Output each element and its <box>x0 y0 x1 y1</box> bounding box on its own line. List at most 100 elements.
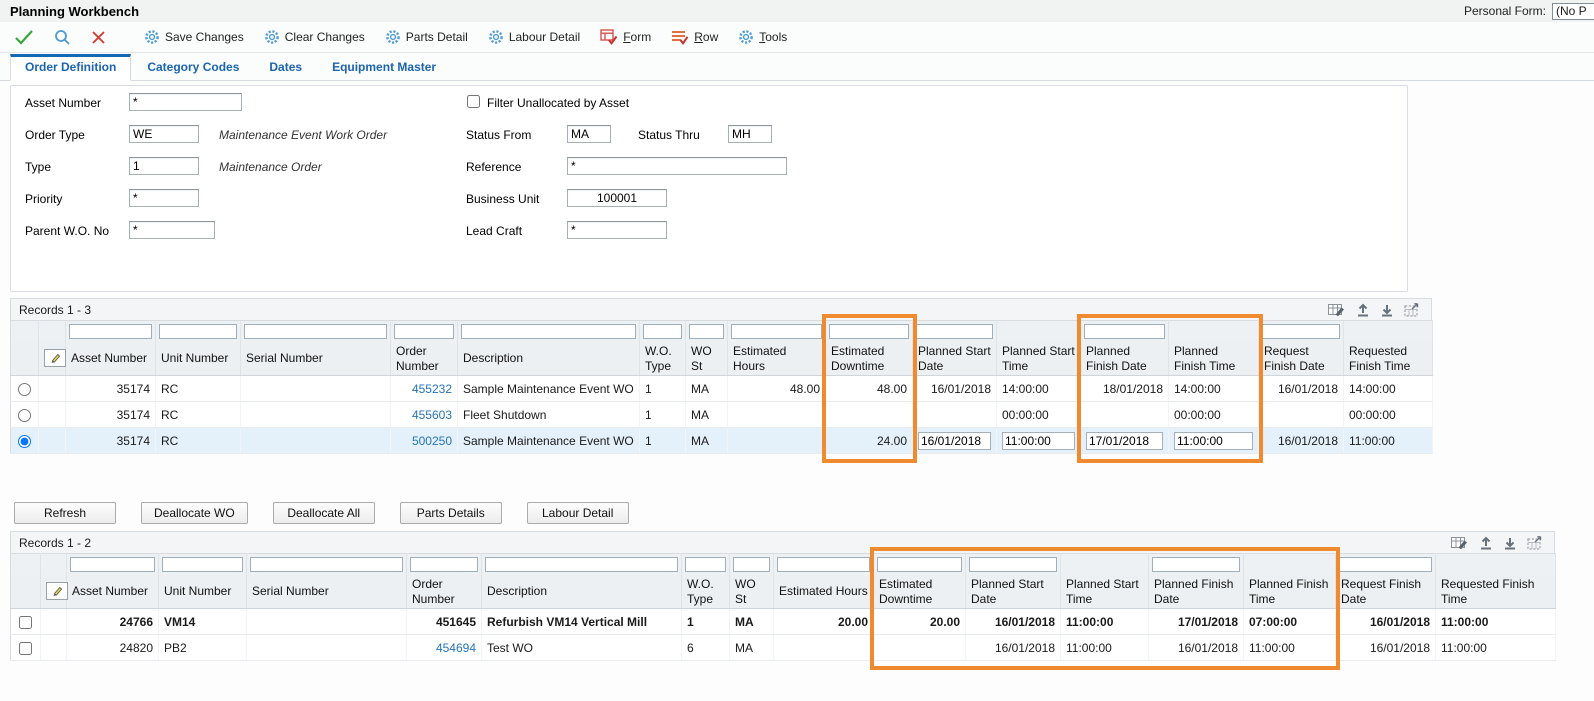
filter-unit-number-input[interactable] <box>162 557 243 572</box>
col-unit-number[interactable]: Unit Number <box>156 342 241 376</box>
col-asset-number[interactable]: Asset Number <box>66 342 156 376</box>
filter-unit-number-input[interactable] <box>159 324 237 339</box>
col-wo-type[interactable]: W.O. Type <box>640 342 686 376</box>
planned-finish-date-input[interactable] <box>1086 432 1163 450</box>
customize-grid-icon[interactable] <box>1328 303 1346 317</box>
tab-equipment-master[interactable]: Equipment Master <box>318 55 450 80</box>
tab-category-codes[interactable]: Category Codes <box>133 55 253 80</box>
col-unit-number[interactable]: Unit Number <box>159 575 247 609</box>
col-serial-number[interactable]: Serial Number <box>247 575 407 609</box>
filter-order-number-input[interactable] <box>410 557 478 572</box>
status-from-field[interactable] <box>567 125 611 143</box>
reference-field[interactable] <box>567 157 787 175</box>
filter-estimated-hours-input[interactable] <box>777 557 870 572</box>
order-number-link[interactable]: 454694 <box>436 641 476 655</box>
filter-wo-st-input[interactable] <box>733 557 770 572</box>
filter-order-number-input[interactable] <box>394 324 454 339</box>
planned-start-date-input[interactable] <box>918 432 991 450</box>
col-planned-finish-time[interactable]: Planned Finish Time <box>1169 342 1259 376</box>
filter-planned-start-date-input[interactable] <box>969 557 1057 572</box>
filter-asset-number-input[interactable] <box>69 324 152 339</box>
col-estimated-hours[interactable]: Estimated Hours <box>728 342 826 376</box>
labour-detail-button[interactable]: Labour Detail <box>527 502 629 524</box>
col-planned-start-time[interactable]: Planned Start Time <box>1061 575 1149 609</box>
deallocate-all-button[interactable]: Deallocate All <box>273 502 375 524</box>
row-select-checkbox[interactable] <box>19 642 32 655</box>
filter-planned-finish-date-input[interactable] <box>1084 324 1165 339</box>
find-button[interactable] <box>46 27 79 48</box>
filter-planned-start-date-input[interactable] <box>916 324 993 339</box>
export-up-icon[interactable] <box>1479 536 1493 550</box>
popout-grid-icon[interactable] <box>1404 303 1421 317</box>
parts-details-button[interactable]: Parts Details <box>400 502 502 524</box>
filter-request-finish-date-input[interactable] <box>1339 557 1432 572</box>
filter-unallocated-checkbox[interactable] <box>467 95 480 108</box>
lead-craft-field[interactable] <box>567 221 667 239</box>
col-description[interactable]: Description <box>482 575 682 609</box>
col-request-finish-date[interactable]: Request Finish Date <box>1336 575 1436 609</box>
planned-start-time-input[interactable] <box>1002 432 1075 450</box>
col-planned-finish-time[interactable]: Planned Finish Time <box>1244 575 1336 609</box>
col-planned-start-date[interactable]: Planned Start Date <box>966 575 1061 609</box>
export-up-icon[interactable] <box>1356 303 1370 317</box>
filter-description-input[interactable] <box>461 324 636 339</box>
export-down-icon[interactable] <box>1380 303 1394 317</box>
deallocate-wo-button[interactable]: Deallocate WO <box>141 502 248 524</box>
order-number-link[interactable]: 455232 <box>412 382 452 396</box>
filter-estimated-downtime-input[interactable] <box>877 557 962 572</box>
order-number-link[interactable]: 500250 <box>412 434 452 448</box>
business-unit-field[interactable] <box>567 189 667 207</box>
col-serial-number[interactable]: Serial Number <box>241 342 391 376</box>
labour-detail-button[interactable]: Labour Detail <box>480 27 588 47</box>
edit-pencil-icon[interactable] <box>46 582 68 600</box>
customize-grid-icon[interactable] <box>1451 536 1469 550</box>
filter-serial-number-input[interactable] <box>244 324 387 339</box>
col-planned-finish-date[interactable]: Planned Finish Date <box>1149 575 1244 609</box>
filter-planned-finish-date-input[interactable] <box>1152 557 1240 572</box>
col-wo-type[interactable]: W.O. Type <box>682 575 730 609</box>
col-description[interactable]: Description <box>458 342 640 376</box>
filter-wo-st-input[interactable] <box>689 324 724 339</box>
export-down-icon[interactable] <box>1503 536 1517 550</box>
col-planned-start-time[interactable]: Planned Start Time <box>997 342 1081 376</box>
order-number-link[interactable]: 455603 <box>412 408 452 422</box>
col-requested-finish-time[interactable]: Requested Finish Time <box>1344 342 1433 376</box>
col-estimated-downtime[interactable]: Estimated Downtime <box>826 342 913 376</box>
col-requested-finish-time[interactable]: Requested Finish Time <box>1436 575 1556 609</box>
col-wo-st[interactable]: WO St <box>686 342 728 376</box>
form-menu[interactable]: Form <box>592 27 659 47</box>
save-changes-button[interactable]: Save Changes <box>136 27 252 47</box>
status-thru-field[interactable] <box>728 125 772 143</box>
col-wo-st[interactable]: WO St <box>730 575 774 609</box>
parent-wo-no-field[interactable] <box>129 221 215 239</box>
refresh-button[interactable]: Refresh <box>14 502 116 524</box>
row-select-checkbox[interactable] <box>19 616 32 629</box>
col-planned-start-date[interactable]: Planned Start Date <box>913 342 997 376</box>
row-select-radio[interactable] <box>18 383 31 396</box>
col-estimated-downtime[interactable]: Estimated Downtime <box>874 575 966 609</box>
row-menu[interactable]: Row <box>663 27 726 47</box>
asset-number-field[interactable] <box>129 93 242 111</box>
filter-description-input[interactable] <box>485 557 678 572</box>
order-type-field[interactable] <box>129 125 199 143</box>
row-select-radio[interactable] <box>18 409 31 422</box>
parts-detail-button[interactable]: Parts Detail <box>377 27 476 47</box>
col-request-finish-date[interactable]: Request Finish Date <box>1259 342 1344 376</box>
priority-field[interactable] <box>129 189 199 207</box>
tab-order-definition[interactable]: Order Definition <box>10 54 131 81</box>
filter-wo-type-input[interactable] <box>643 324 682 339</box>
row-select-radio[interactable] <box>18 435 31 448</box>
ok-button[interactable] <box>6 27 42 47</box>
close-button[interactable] <box>83 28 114 47</box>
col-order-number[interactable]: Order Number <box>391 342 458 376</box>
planned-finish-time-input[interactable] <box>1174 432 1253 450</box>
filter-serial-number-input[interactable] <box>250 557 403 572</box>
filter-wo-type-input[interactable] <box>685 557 726 572</box>
clear-changes-button[interactable]: Clear Changes <box>256 27 373 47</box>
filter-request-finish-date-input[interactable] <box>1262 324 1340 339</box>
col-asset-number[interactable]: Asset Number <box>67 575 159 609</box>
popout-grid-icon[interactable] <box>1527 536 1544 550</box>
col-order-number[interactable]: Order Number <box>407 575 482 609</box>
edit-pencil-icon[interactable] <box>44 349 66 367</box>
col-estimated-hours[interactable]: Estimated Hours <box>774 575 874 609</box>
